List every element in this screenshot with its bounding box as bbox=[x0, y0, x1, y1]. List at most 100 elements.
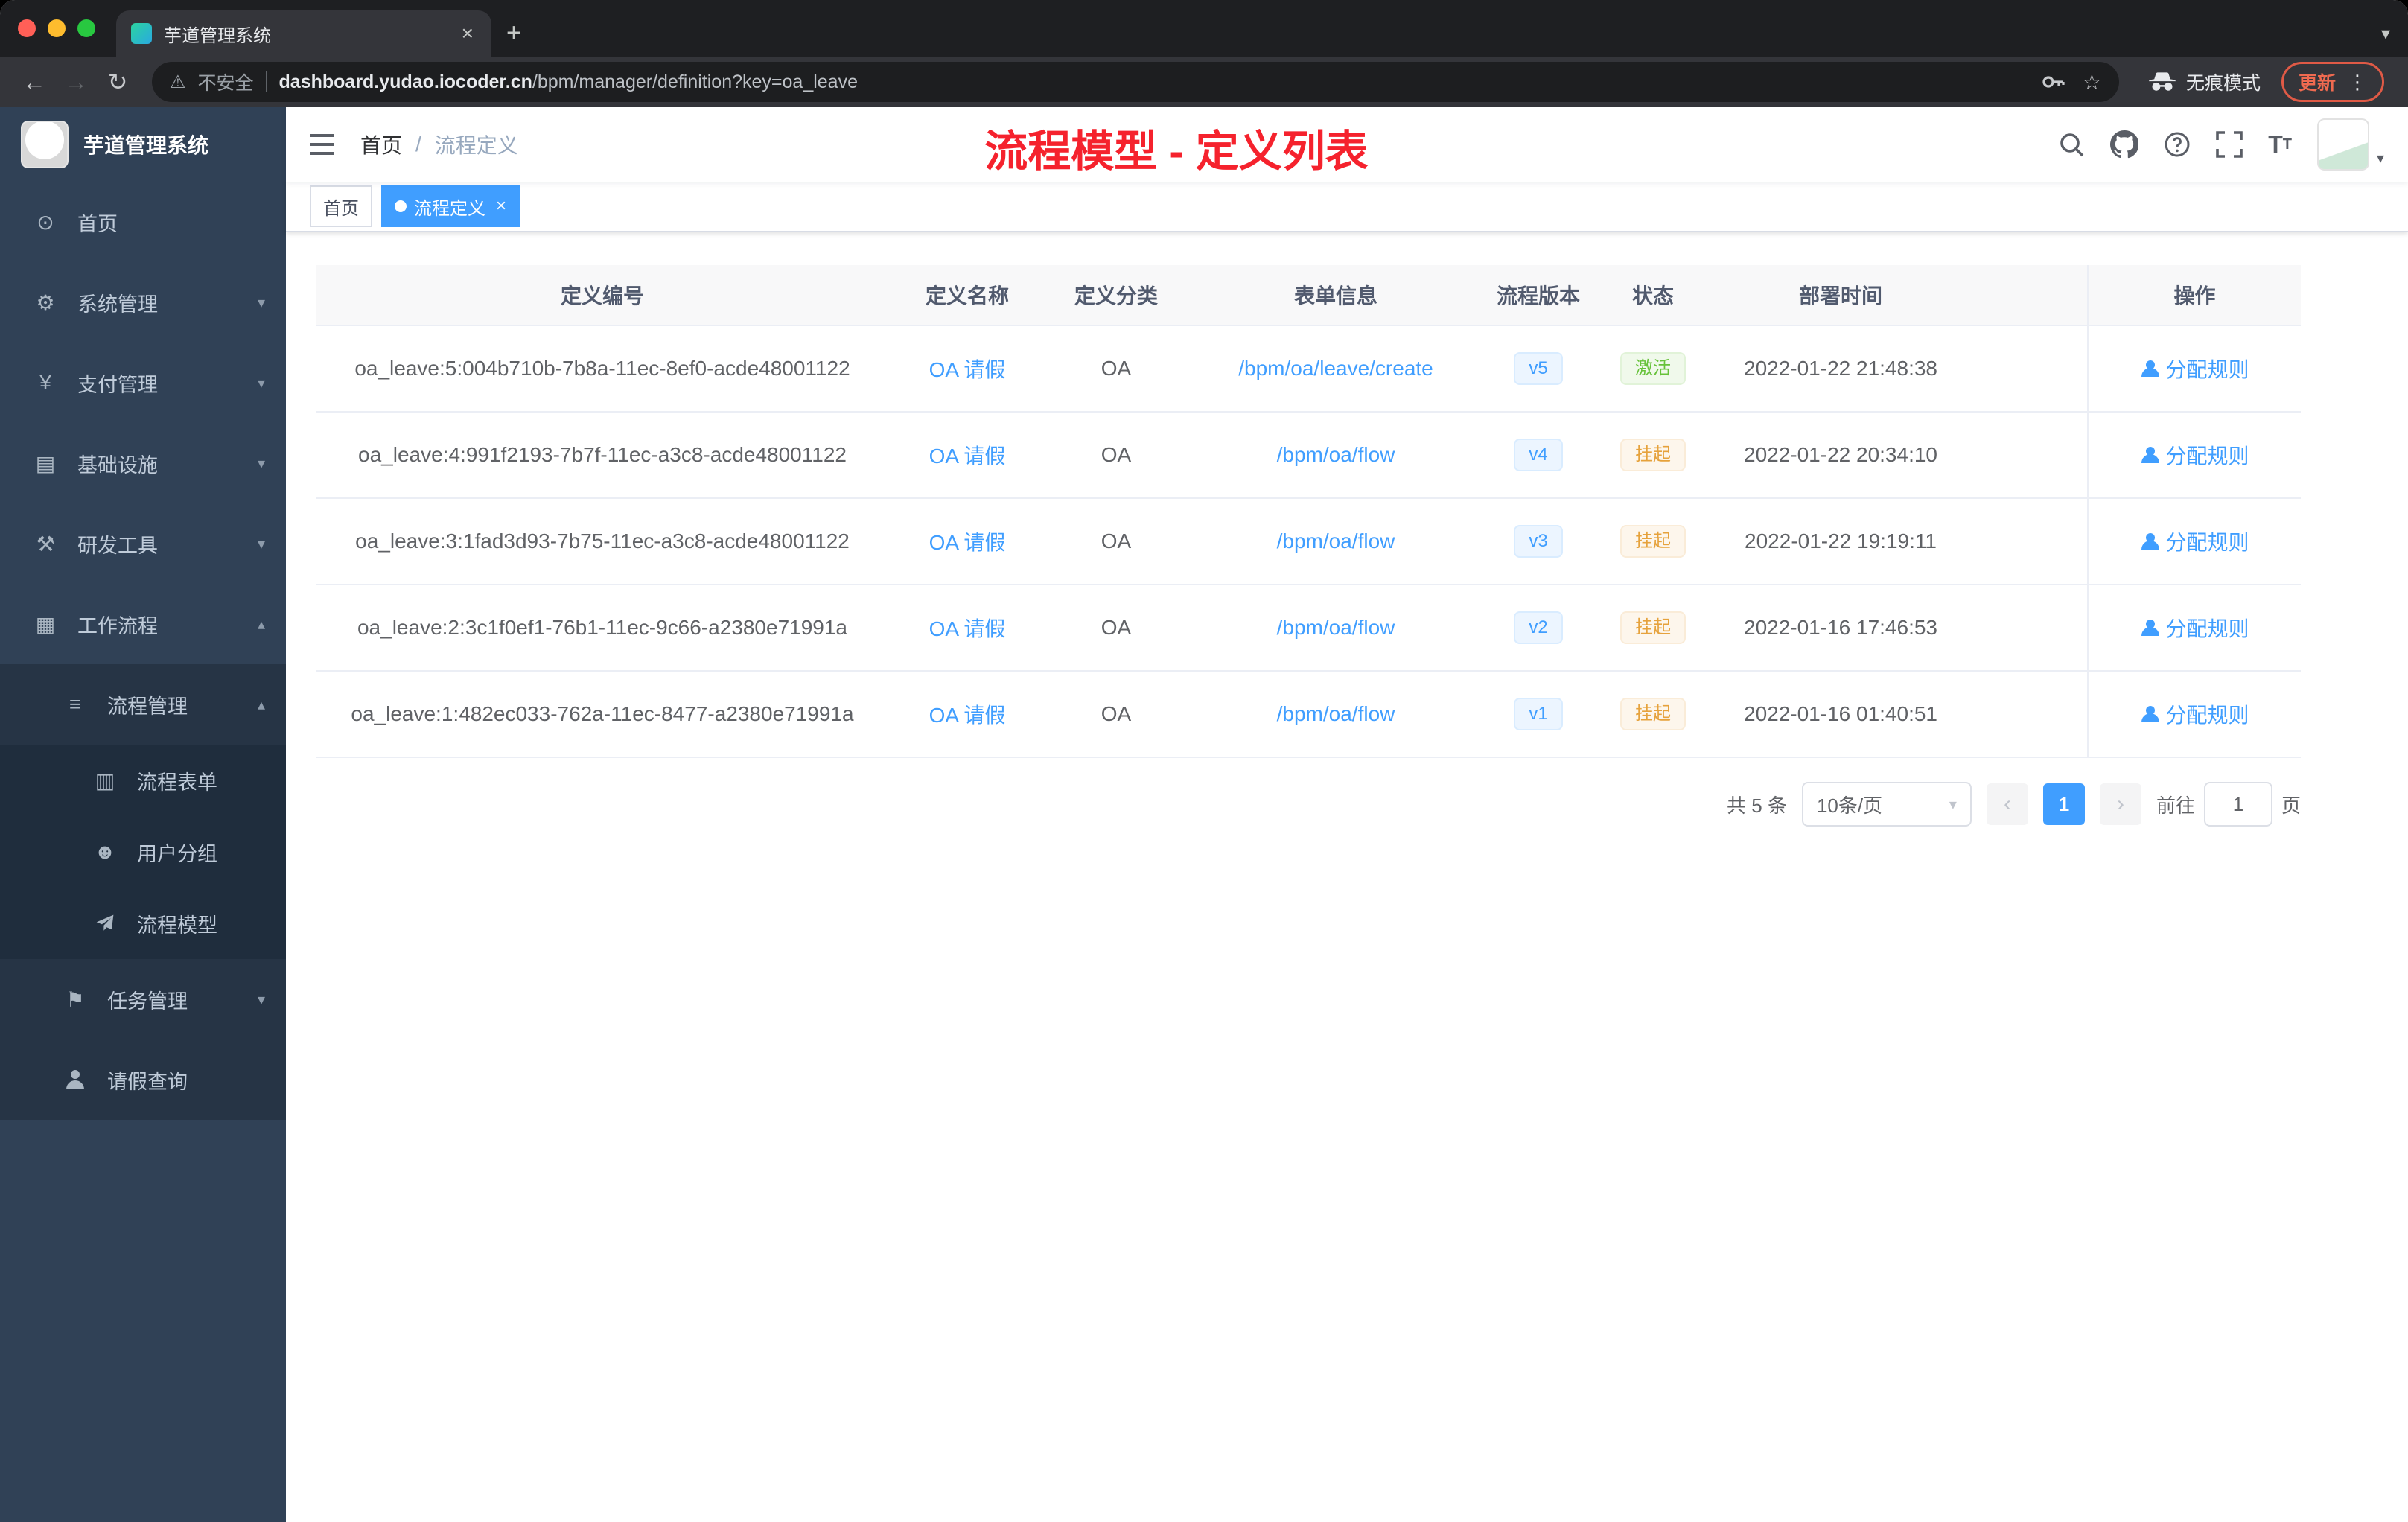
window-controls bbox=[0, 0, 116, 57]
filler-cell bbox=[1967, 498, 2088, 585]
goto-page-input[interactable] bbox=[2203, 782, 2272, 827]
definition-name-link[interactable]: OA 请假 bbox=[929, 531, 1006, 554]
sidebar-item-payment[interactable]: ¥ 支付管理 ▾ bbox=[0, 343, 286, 423]
minimize-window-button[interactable] bbox=[48, 19, 66, 37]
top-navbar: 首页 / 流程定义 流程模型 - 定义列表 T T ▾ bbox=[286, 107, 2408, 182]
browser-tab[interactable]: 芋道管理系统 × bbox=[116, 10, 491, 57]
chevron-down-icon: ▾ bbox=[257, 535, 265, 553]
github-icon[interactable] bbox=[2110, 130, 2139, 159]
browser-menu-icon[interactable]: ⋮ bbox=[2348, 72, 2367, 92]
browser-window: 芋道管理系统 × + ▾ ← → ↻ ⚠ 不安全 dashboard.yudao… bbox=[0, 0, 2408, 1522]
form-link[interactable]: /bpm/oa/flow bbox=[1277, 529, 1395, 553]
back-button[interactable]: ← bbox=[15, 63, 54, 101]
person-icon bbox=[63, 1070, 88, 1089]
tag-home[interactable]: 首页 bbox=[310, 185, 372, 227]
assign-rule-link[interactable]: 分配规则 bbox=[2140, 440, 2249, 470]
table-row: oa_leave:3:1fad3d93-7b75-11ec-a3c8-acde4… bbox=[316, 498, 2301, 585]
col-deploy-time: 部署时间 bbox=[1714, 265, 1967, 326]
tag-close-icon[interactable]: × bbox=[493, 197, 506, 215]
sidebar-item-devtools[interactable]: ⚒ 研发工具 ▾ bbox=[0, 503, 286, 584]
bookmark-star-icon[interactable]: ☆ bbox=[2083, 70, 2101, 95]
sidebar-item-home[interactable]: ⊙ 首页 bbox=[0, 182, 286, 262]
definition-id: oa_leave:2:3c1f0ef1-76b1-11ec-9c66-a2380… bbox=[316, 585, 889, 672]
security-label[interactable]: 不安全 bbox=[198, 69, 254, 95]
page-size-select[interactable]: 10条/页 ▾ bbox=[1801, 782, 1972, 827]
app-window: 芋道管理系统 ⊙ 首页 ⚙ 系统管理 ▾ ¥ 支付管理 ▾ ▤ 基础设施 ▾ ⚒… bbox=[0, 107, 2408, 1522]
sidebar-item-leave-query[interactable]: 请假查询 bbox=[0, 1039, 286, 1120]
process-manage-icon: ≡ bbox=[69, 692, 82, 716]
pagination: 共 5 条 10条/页 ▾ ‹ 1 › 前往 页 bbox=[316, 782, 2301, 827]
url-text[interactable]: dashboard.yudao.iocoder.cn/bpm/manager/d… bbox=[279, 71, 2029, 93]
assign-rule-link[interactable]: 分配规则 bbox=[2140, 354, 2249, 383]
col-action: 操作 bbox=[2087, 265, 2301, 326]
tab-close-icon[interactable]: × bbox=[459, 20, 477, 47]
tag-process-definition[interactable]: 流程定义 × bbox=[381, 185, 520, 227]
reload-button[interactable]: ↻ bbox=[98, 63, 137, 101]
omnibox-divider bbox=[265, 71, 267, 92]
main-area: 首页 / 流程定义 流程模型 - 定义列表 T T ▾ 首页 流程定义 × 定义… bbox=[286, 107, 2408, 1522]
breadcrumb-current: 流程定义 bbox=[434, 134, 518, 157]
breadcrumb-separator: / bbox=[415, 133, 421, 156]
definition-name-link[interactable]: OA 请假 bbox=[929, 704, 1006, 727]
form-link[interactable]: /bpm/oa/flow bbox=[1277, 702, 1395, 725]
help-icon[interactable] bbox=[2164, 131, 2191, 158]
browser-update-chip[interactable]: 更新 ⋮ bbox=[2281, 62, 2384, 102]
chevron-down-icon: ▾ bbox=[257, 375, 265, 392]
person-icon bbox=[2140, 360, 2160, 377]
password-key-icon[interactable] bbox=[2041, 70, 2065, 94]
sidebar-item-process-form[interactable]: ▥ 流程表单 bbox=[0, 745, 286, 816]
font-size-icon[interactable]: TT bbox=[2268, 131, 2292, 159]
assign-rule-link[interactable]: 分配规则 bbox=[2140, 699, 2249, 729]
assign-rule-link[interactable]: 分配规则 bbox=[2140, 613, 2249, 643]
definition-name-link[interactable]: OA 请假 bbox=[929, 617, 1006, 640]
logo-title: 芋道管理系统 bbox=[83, 134, 209, 157]
sidebar-item-task-manage[interactable]: ⚑ 任务管理 ▾ bbox=[0, 959, 286, 1039]
sidebar-item-process-model[interactable]: 流程模型 bbox=[0, 888, 286, 959]
form-link[interactable]: /bpm/oa/flow bbox=[1277, 616, 1395, 639]
sidebar-item-process-manage[interactable]: ≡ 流程管理 ▴ bbox=[0, 664, 286, 745]
sidebar-logo[interactable]: 芋道管理系统 bbox=[0, 107, 286, 182]
hamburger-icon[interactable] bbox=[286, 133, 360, 156]
person-icon bbox=[2140, 533, 2160, 550]
forward-button[interactable]: → bbox=[57, 63, 95, 101]
filler-cell bbox=[1967, 325, 2088, 413]
chevron-down-icon: ▾ bbox=[257, 991, 265, 1008]
next-page-button[interactable]: › bbox=[2099, 783, 2141, 825]
person-icon bbox=[2140, 620, 2160, 636]
new-tab-button[interactable]: + bbox=[491, 19, 539, 57]
breadcrumb-home-link[interactable]: 首页 bbox=[360, 130, 402, 159]
col-form-info: 表单信息 bbox=[1187, 265, 1485, 326]
form-link[interactable]: /bpm/oa/flow bbox=[1277, 443, 1395, 466]
close-window-button[interactable] bbox=[18, 19, 36, 37]
yen-icon: ¥ bbox=[39, 371, 51, 394]
definition-name-link[interactable]: OA 请假 bbox=[929, 445, 1006, 468]
definition-name-link[interactable]: OA 请假 bbox=[929, 358, 1006, 381]
update-label[interactable]: 更新 bbox=[2299, 69, 2336, 95]
deploy-time: 2022-01-16 17:46:53 bbox=[1714, 585, 1967, 672]
prev-page-button[interactable]: ‹ bbox=[1986, 783, 2028, 825]
sidebar-item-infrastructure[interactable]: ▤ 基础设施 ▾ bbox=[0, 423, 286, 503]
sidebar-item-user-group[interactable]: ☻ 用户分组 bbox=[0, 816, 286, 888]
form-link[interactable]: /bpm/oa/leave/create bbox=[1238, 357, 1433, 380]
goto-label: 前往 bbox=[2156, 794, 2195, 817]
task-icon: ⚑ bbox=[66, 987, 85, 1011]
col-status: 状态 bbox=[1592, 265, 1714, 326]
assign-rule-link[interactable]: 分配规则 bbox=[2140, 526, 2249, 556]
zoom-window-button[interactable] bbox=[77, 19, 95, 37]
sidebar-item-workflow[interactable]: ▦ 工作流程 ▴ bbox=[0, 584, 286, 664]
tab-search-icon[interactable]: ▾ bbox=[2381, 23, 2390, 45]
col-definition-id: 定义编号 bbox=[316, 265, 889, 326]
sidebar-item-system[interactable]: ⚙ 系统管理 ▾ bbox=[0, 262, 286, 343]
deploy-time: 2022-01-16 01:40:51 bbox=[1714, 671, 1967, 758]
status-badge: 挂起 bbox=[1620, 525, 1686, 558]
search-icon[interactable] bbox=[2058, 131, 2085, 158]
page-1-button[interactable]: 1 bbox=[2042, 783, 2085, 825]
person-icon bbox=[2140, 447, 2160, 463]
fullscreen-icon[interactable] bbox=[2216, 131, 2243, 158]
page-title: 流程模型 - 定义列表 bbox=[984, 127, 1369, 176]
filler-cell bbox=[1967, 671, 2088, 758]
user-avatar[interactable]: ▾ bbox=[2316, 118, 2384, 171]
infrastructure-icon: ▤ bbox=[35, 451, 56, 475]
address-bar[interactable]: ⚠ 不安全 dashboard.yudao.iocoder.cn/bpm/man… bbox=[152, 62, 2119, 102]
tab-favicon-icon bbox=[131, 23, 152, 44]
